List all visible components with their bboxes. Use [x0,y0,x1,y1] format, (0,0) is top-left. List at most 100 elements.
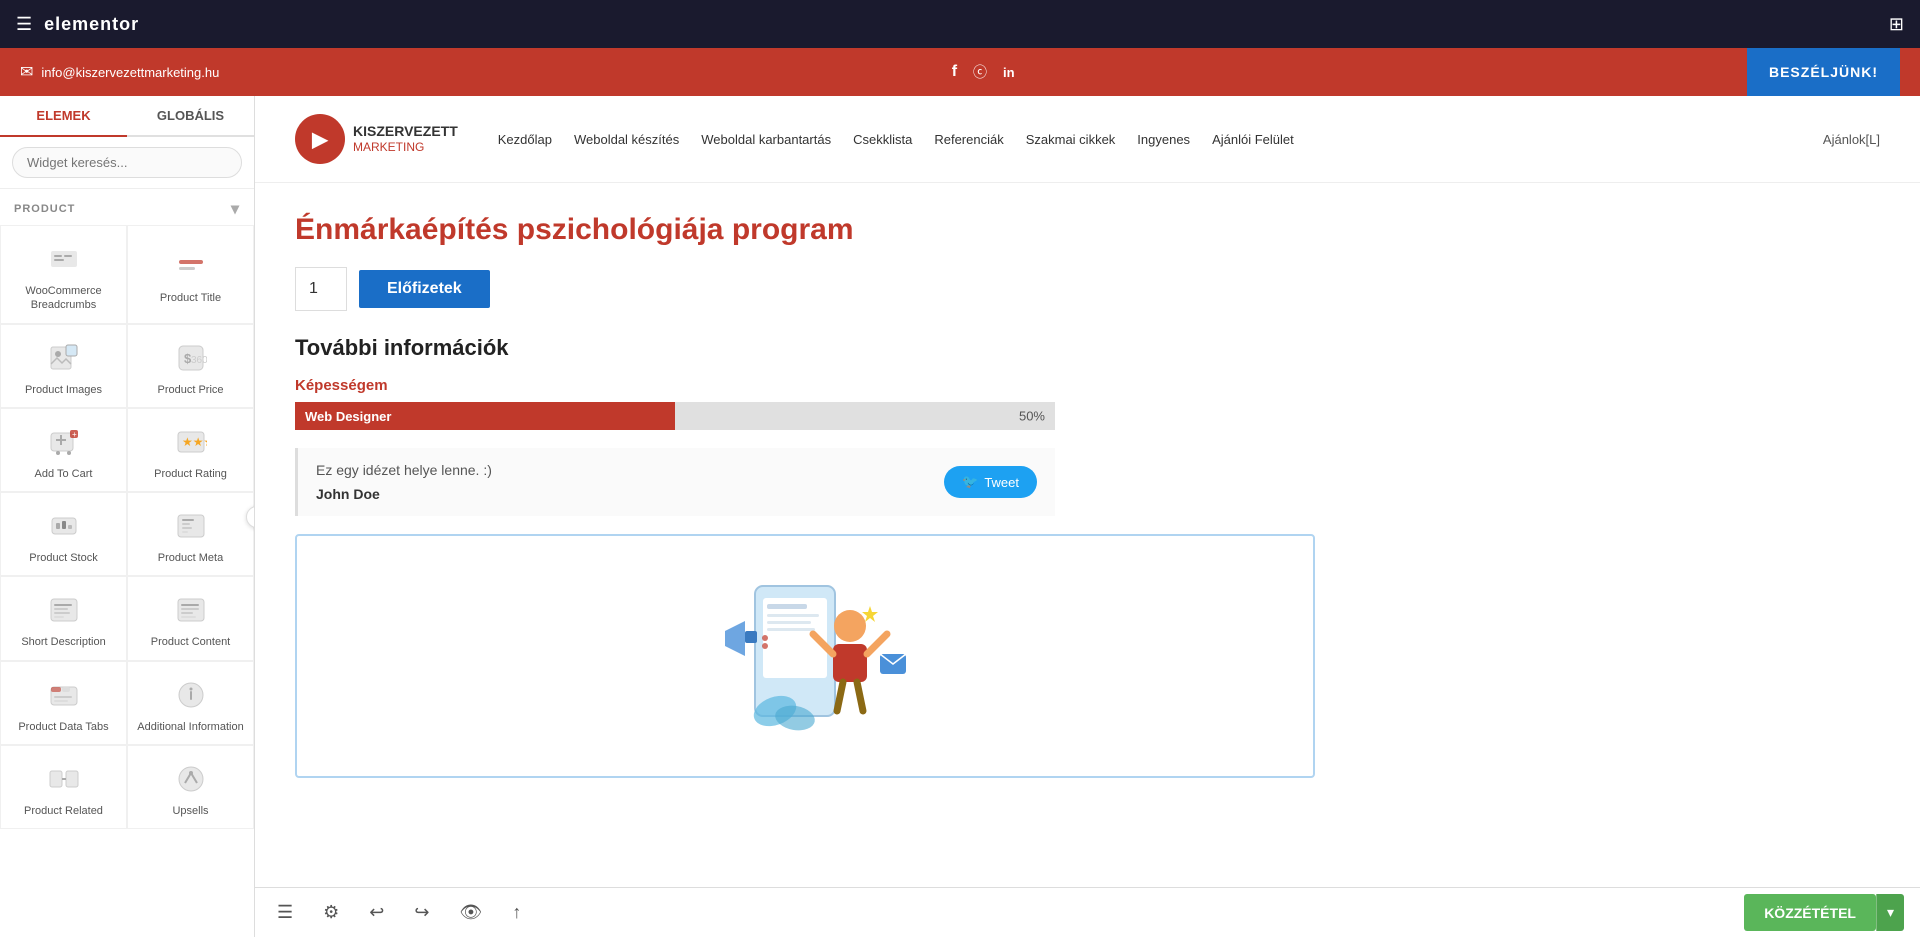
site-logo: ▶ KISZERVEZETT MARKETING [295,114,458,164]
eye-icon[interactable]: 👁 [453,896,488,929]
quote-block: Ez egy idézet helye lenne. :) John Doe 🐦… [295,448,1055,516]
product-title: Énmárkaépítés pszichológiája program [295,213,1315,247]
product-related-icon [45,760,83,798]
settings-bottom-icon[interactable]: ⚙ [317,896,345,929]
nav-ajanloi: Ajánlok[L] [1823,132,1880,147]
nav-link-kezdolap[interactable]: Kezdőlap [498,132,552,147]
tab-globalis[interactable]: GLOBÁLIS [127,96,254,137]
widget-add-to-cart[interactable]: + Add To Cart [0,408,127,492]
widget-product-images[interactable]: Product Images [0,324,127,408]
widgets-grid: WooCommerce Breadcrumbs Product Title [0,225,254,829]
instagram-icon[interactable]: ⓒ [973,62,987,82]
widget-label-product-title: Product Title [160,291,221,305]
site-nav: ▶ KISZERVEZETT MARKETING Kezdőlap Webold… [255,96,1920,183]
svg-text:360: 360 [191,355,207,366]
subscribe-row: Előfizetek [295,267,1315,311]
hamburger-icon[interactable]: ☰ [16,14,32,35]
further-info-title: További információk [295,335,1315,361]
quantity-input[interactable] [295,267,347,311]
widget-label-product-content: Product Content [151,635,231,649]
widget-label-upsells: Upsells [172,804,208,818]
product-images-icon [45,339,83,377]
top-bar: ✉ info@kiszervezettmarketing.hu f ⓒ in B… [0,48,1920,96]
grid-icon[interactable]: ⊞ [1889,14,1904,35]
elementor-header: ☰ elementor ⊞ [0,0,1920,48]
widget-label-woocommerce-breadcrumbs: WooCommerce Breadcrumbs [9,284,118,313]
widget-label-product-meta: Product Meta [158,551,223,565]
nav-link-ingyenes[interactable]: Ingyenes [1137,132,1190,147]
illustration-svg [695,566,915,746]
product-meta-icon [172,507,210,545]
nav-link-karbantartas[interactable]: Weboldal karbantartás [701,132,831,147]
widget-label-product-related: Product Related [24,804,103,818]
facebook-icon[interactable]: f [952,63,957,81]
tweet-label: Tweet [984,475,1019,490]
section-toggle-icon[interactable]: ▾ [231,199,240,219]
widget-product-related[interactable]: Product Related [0,745,127,829]
widget-product-rating[interactable]: ★★★ Product Rating [127,408,254,492]
publish-button[interactable]: KÖZZÉTÉTEL [1744,894,1876,931]
nav-link-weboldal-keszites[interactable]: Weboldal készítés [574,132,679,147]
woocommerce-breadcrumbs-icon [45,240,83,278]
short-description-icon [45,591,83,629]
additional-information-icon [172,676,210,714]
publish-more-button[interactable]: ▾ [1876,894,1904,931]
widget-label-product-data-tabs: Product Data Tabs [18,720,108,734]
update-icon[interactable]: ↑ [506,896,527,929]
linkedin-icon[interactable]: in [1003,65,1015,80]
tweet-button[interactable]: 🐦 Tweet [944,466,1037,498]
widget-product-price[interactable]: $ 360 Product Price [127,324,254,408]
search-bar [0,137,254,189]
nav-link-referenciak[interactable]: Referenciák [934,132,1003,147]
widget-label-product-images: Product Images [25,383,102,397]
widget-product-data-tabs[interactable]: Product Data Tabs [0,661,127,745]
skill-name: Web Designer [305,409,391,424]
sidebar: ‹ ELEMEK GLOBÁLIS PRODUCT ▾ [0,96,255,937]
nav-link-ajanloi[interactable]: Ajánlói Felület [1212,132,1294,147]
add-to-cart-icon: + [45,423,83,461]
widget-label-product-rating: Product Rating [154,467,227,481]
hamburger-bottom-icon[interactable]: ☰ [271,896,299,929]
product-page-content: Énmárkaépítés pszichológiája program Elő… [255,183,1355,808]
content-area: ▶ KISZERVEZETT MARKETING Kezdőlap Webold… [255,96,1920,937]
widget-short-description[interactable]: Short Description [0,576,127,660]
product-rating-icon: ★★★ [172,423,210,461]
skill-bar-percent: 50% [1019,409,1045,424]
section-header: PRODUCT ▾ [0,189,254,225]
nav-link-szakmai[interactable]: Szakmai cikkek [1026,132,1116,147]
twitter-icon: 🐦 [962,474,978,490]
svg-text:★★★: ★★★ [182,435,207,449]
product-title-icon [172,247,210,285]
skill-bar-wrapper: Web Designer 50% [295,402,1055,430]
widget-product-content[interactable]: Product Content [127,576,254,660]
nav-link-csekklista[interactable]: Csekklista [853,132,912,147]
redo-icon[interactable]: ↪ [408,896,435,929]
skill-bar-fill: Web Designer [295,402,675,430]
undo-icon[interactable]: ↩ [363,896,390,929]
widget-label-product-price: Product Price [157,383,223,397]
search-input[interactable] [12,147,242,178]
widget-upsells[interactable]: Upsells [127,745,254,829]
widget-label-short-description: Short Description [21,635,105,649]
logo-text-sub: MARKETING [353,140,458,154]
widget-additional-information[interactable]: Additional Information [127,661,254,745]
bottom-toolbar: ☰ ⚙ ↩ ↪ 👁 ↑ KÖZZÉTÉTEL ▾ [255,887,1920,937]
speak-button[interactable]: BESZÉLJÜNK! [1747,48,1900,96]
product-price-icon: $ 360 [172,339,210,377]
website-wrapper: ▶ KISZERVEZETT MARKETING Kezdőlap Webold… [255,96,1920,887]
widget-woocommerce-breadcrumbs[interactable]: WooCommerce Breadcrumbs [0,225,127,324]
sidebar-tabs: ELEMEK GLOBÁLIS [0,96,254,137]
widget-product-stock[interactable]: Product Stock [0,492,127,576]
subscribe-button[interactable]: Előfizetek [359,270,490,308]
top-bar-email: info@kiszervezettmarketing.hu [41,65,219,80]
tab-elemek[interactable]: ELEMEK [0,96,127,137]
widget-product-meta[interactable]: Product Meta [127,492,254,576]
quote-author: John Doe [316,486,492,502]
logo-icon: ▶ [295,114,345,164]
nav-links: Kezdőlap Weboldal készítés Weboldal karb… [498,132,1823,147]
widget-label-product-stock: Product Stock [29,551,97,565]
upsells-icon [172,760,210,798]
widget-product-title[interactable]: Product Title [127,225,254,324]
quote-text: Ez egy idézet helye lenne. :) [316,462,492,478]
logo-text: KISZERVEZETT MARKETING [353,123,458,154]
